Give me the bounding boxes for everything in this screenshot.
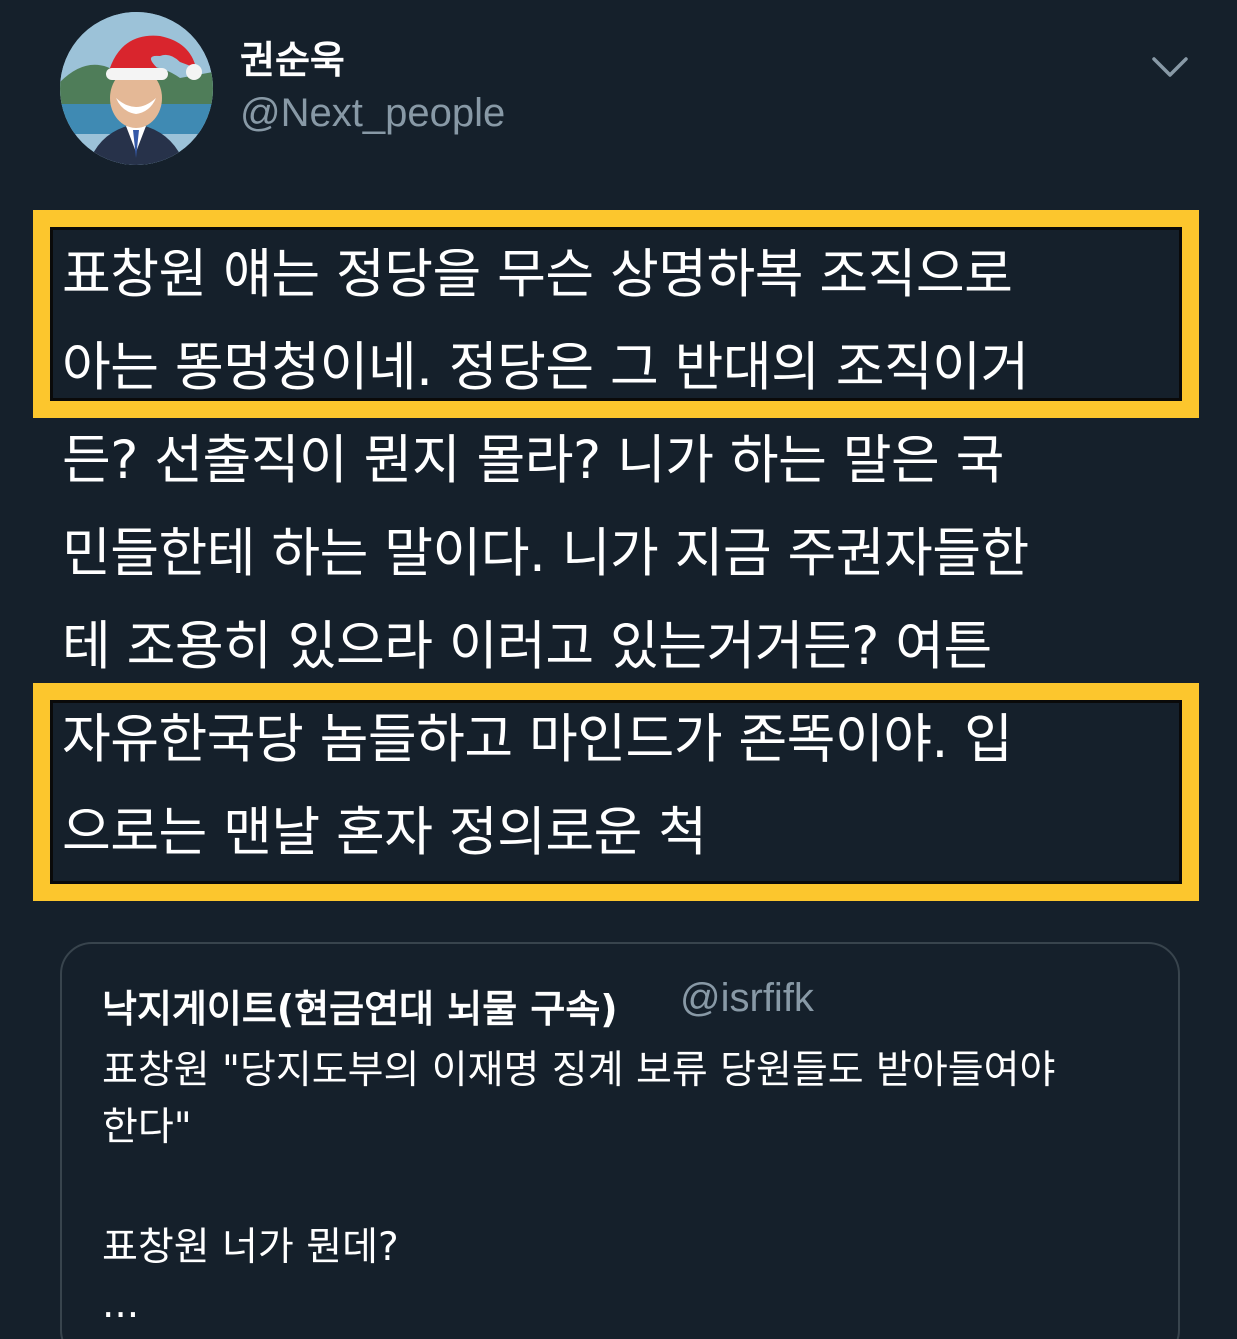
quoted-author-handle[interactable]: @isrfifk — [680, 976, 814, 1021]
chevron-down-icon[interactable] — [1150, 50, 1190, 84]
tweet-line: 으로는 맨날 혼자 정의로운 척 — [62, 802, 707, 863]
tweet-line: 표창원 얘는 정당을 무슨 상명하복 조직으로 — [62, 244, 1013, 305]
tweet-line: 테 조용히 있으라 이러고 있는거거든? 여튼 — [62, 616, 992, 677]
avatar[interactable] — [60, 12, 213, 165]
tweet-line: 아는 똥멍청이네. 정당은 그 반대의 조직이거 — [62, 337, 1029, 398]
quoted-tweet-card[interactable]: 낙지게이트(현금연대 뇌물 구속) @isrfifk 표창원 "당지도부의 이재… — [60, 942, 1180, 1339]
author-handle[interactable]: @Next_people — [240, 88, 505, 138]
quoted-tweet-line: 표창원 "당지도부의 이재명 징계 보류 당원들도 받아들여야 — [102, 1048, 1056, 1093]
tweet-text: 표창원 얘는 정당을 무슨 상명하복 조직으로 아는 똥멍청이네. 정당은 그 … — [62, 228, 1192, 879]
tweet-line: 든? 선출직이 뭔지 몰라? 니가 하는 말은 국 — [62, 430, 1004, 491]
author-display-name[interactable]: 권순욱 — [240, 36, 345, 84]
quoted-tweet-line: 한다" — [102, 1105, 192, 1150]
quoted-author-display-name[interactable]: 낙지게이트(현금연대 뇌물 구속) — [102, 978, 618, 1033]
tweet-line: 민들한테 하는 말이다. 니가 지금 주권자들한 — [62, 523, 1029, 584]
quoted-tweet-ellipsis: ... — [102, 1282, 140, 1327]
quoted-tweet-line: 표창원 너가 뭔데? — [102, 1225, 399, 1270]
quoted-tweet-text: 표창원 "당지도부의 이재명 징계 보류 당원들도 받아들여야 한다" 표창원 … — [102, 1042, 1152, 1333]
tweet-line: 자유한국당 놈들하고 마인드가 존똑이야. 입 — [62, 709, 1013, 770]
